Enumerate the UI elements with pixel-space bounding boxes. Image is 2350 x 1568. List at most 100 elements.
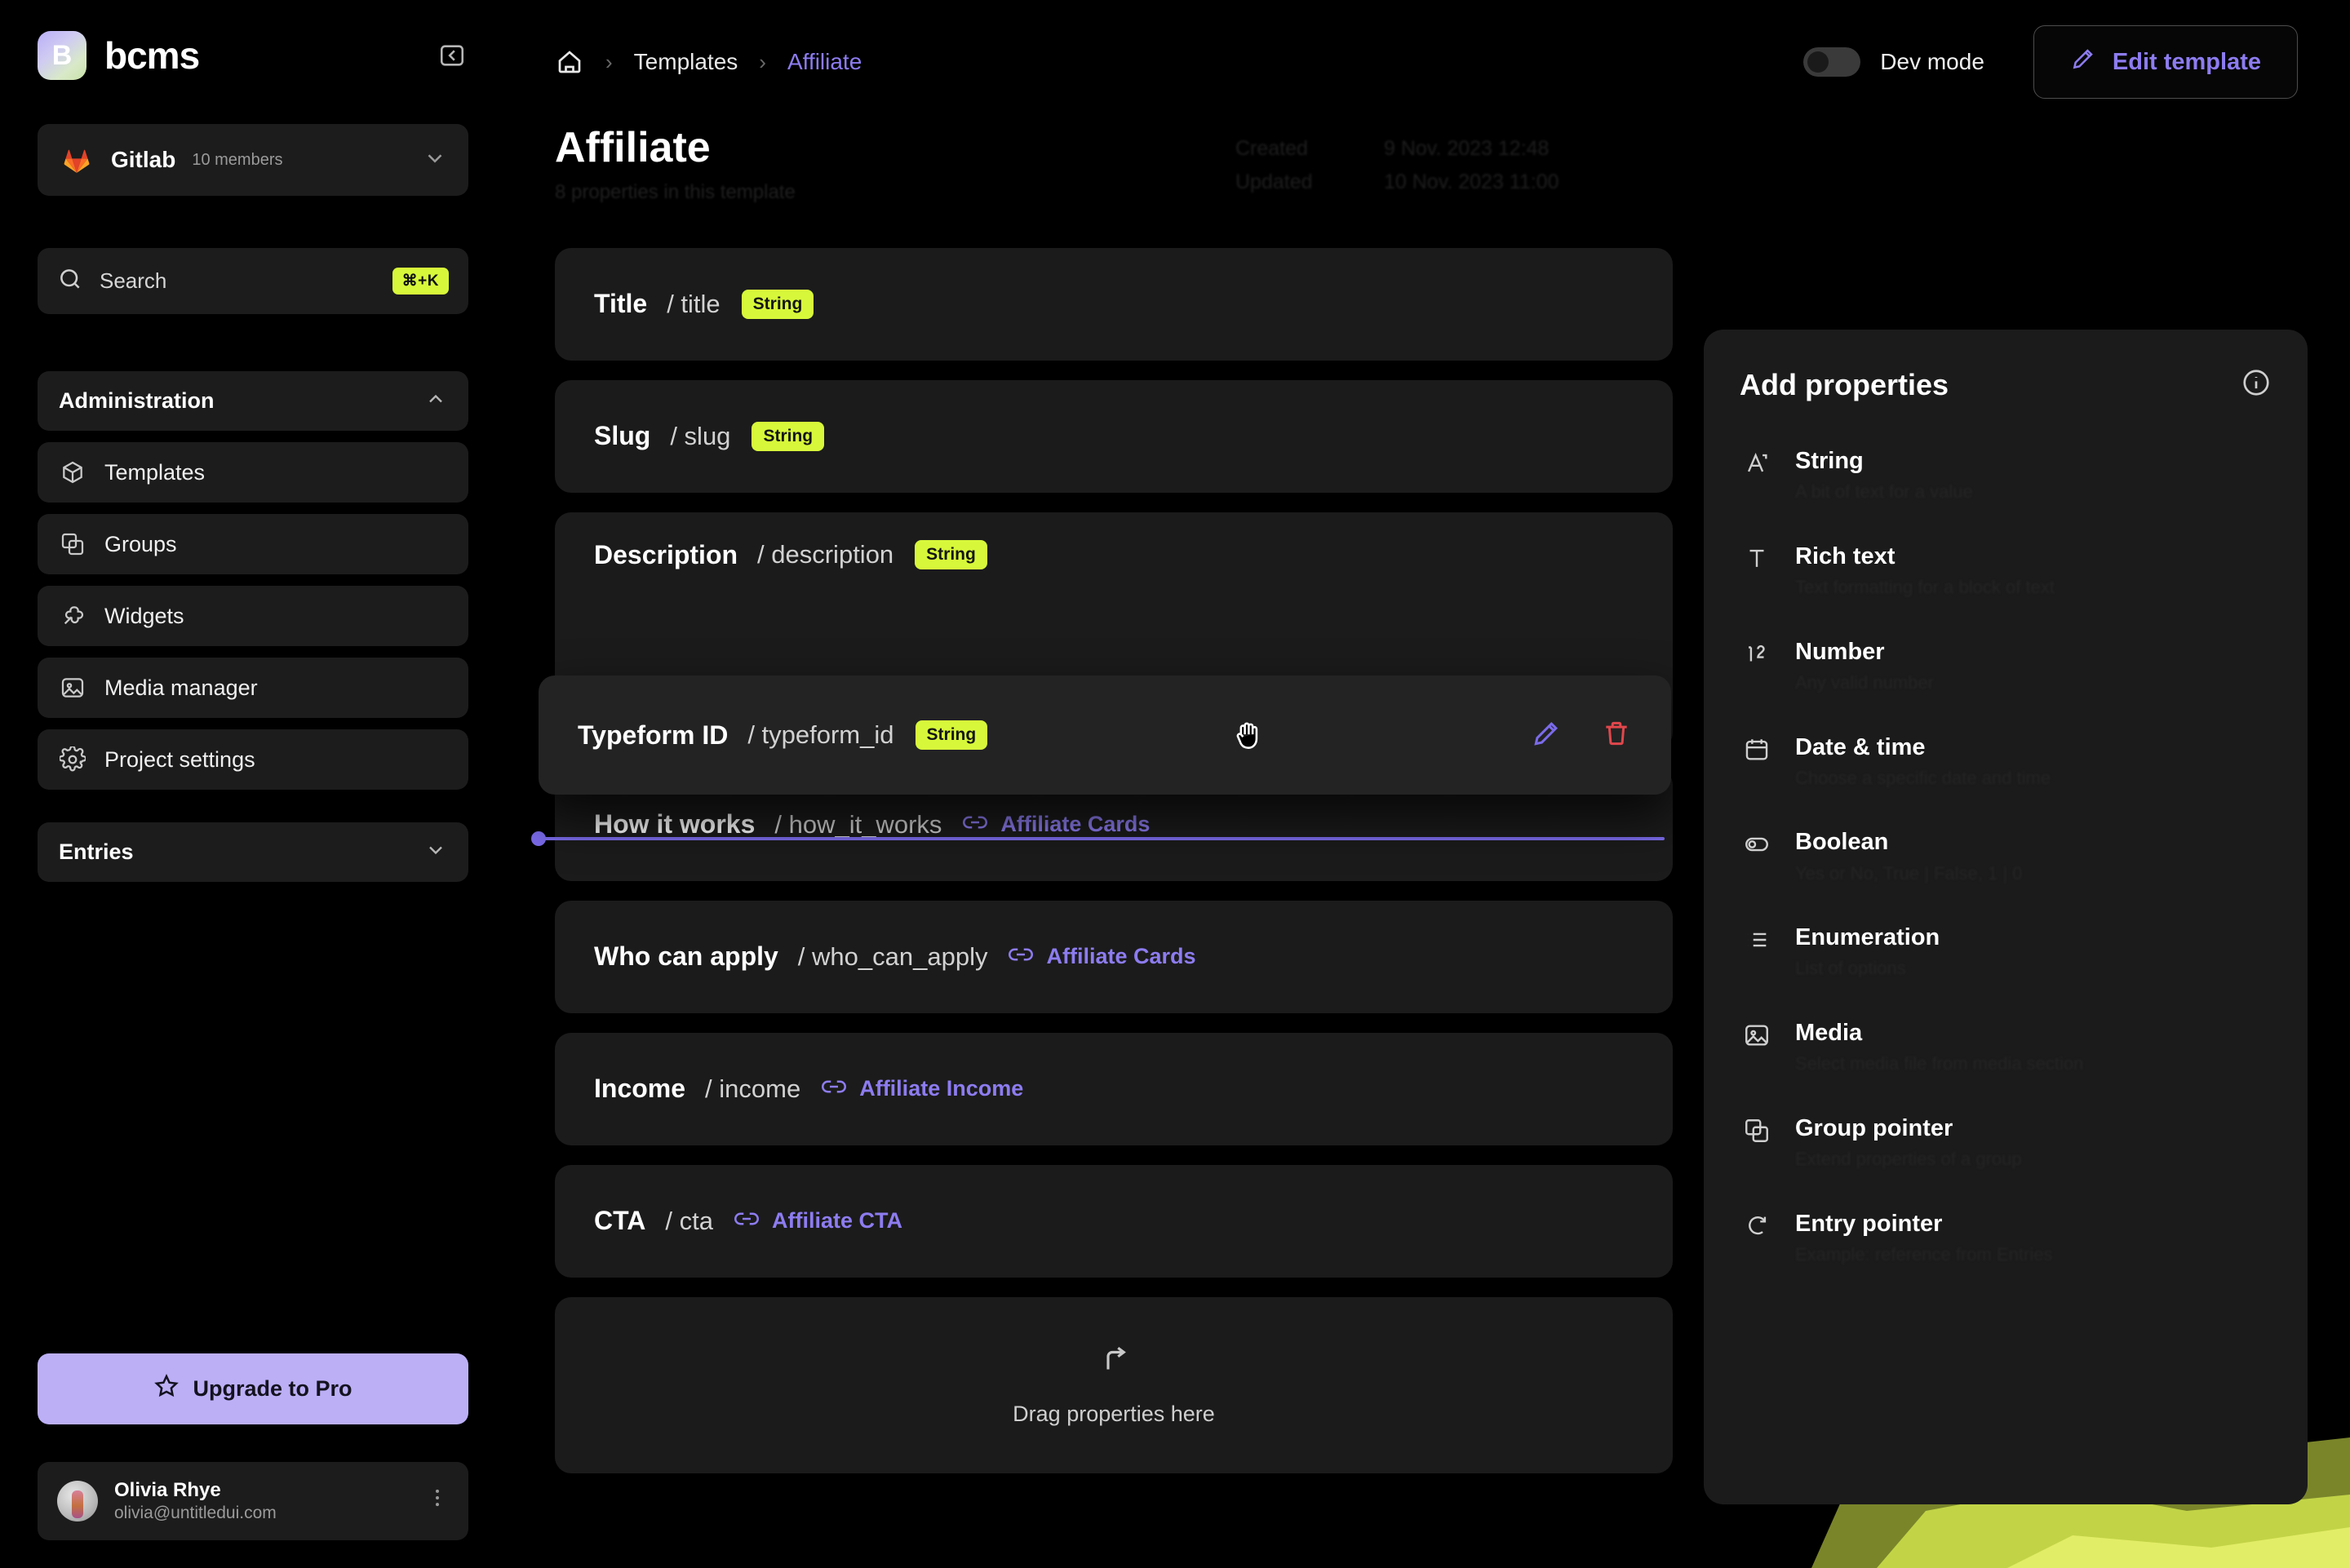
property-name: Who can apply (594, 941, 778, 972)
dragged-property-card[interactable]: Typeform ID / typeform_id String (539, 675, 1671, 795)
user-email: olivia@untitledui.com (114, 1503, 277, 1522)
section-label: Entries (59, 839, 134, 864)
boolean-icon (1740, 827, 1774, 862)
star-icon (153, 1373, 180, 1405)
add-property-rich-text[interactable]: Rich text Text formatting for a block of… (1740, 542, 2272, 600)
property-row[interactable]: Income / income Affiliate Income (555, 1032, 1673, 1145)
property-slug: / who_can_apply (797, 941, 988, 971)
page-header: Affiliate 8 properties in this template … (555, 124, 2350, 204)
add-property-date-time[interactable]: Date & time Choose a specific date and t… (1740, 733, 2272, 791)
sidebar-item-label: Groups (104, 531, 177, 556)
trash-icon[interactable] (1601, 718, 1632, 753)
group-pointer-icon (1740, 1114, 1774, 1148)
breadcrumb-item-templates[interactable]: Templates (634, 49, 738, 75)
dev-mode-control[interactable]: Dev mode (1803, 47, 1984, 77)
property-row[interactable]: CTA / cta Affiliate CTA (555, 1164, 1673, 1278)
sidebar-item-templates[interactable]: Templates (38, 442, 468, 503)
add-property-description: Any valid number (1795, 671, 1934, 693)
property-reference-label: Affiliate CTA (771, 1208, 902, 1234)
chevron-up-icon[interactable] (424, 388, 447, 414)
breadcrumb-item-affiliate[interactable]: Affiliate (787, 49, 862, 75)
avatar (57, 1480, 98, 1521)
edit-template-label: Edit template (2112, 48, 2261, 75)
add-property-description: Extend properties of a group (1795, 1149, 2022, 1170)
entry-pointer-icon (1740, 1209, 1774, 1243)
edit-template-button[interactable]: Edit template (2033, 25, 2298, 99)
property-row[interactable]: Who can apply / who_can_apply Affiliate … (555, 900, 1673, 1013)
link-icon (963, 810, 988, 839)
property-reference[interactable]: Affiliate Income (822, 1074, 1023, 1103)
add-property-string[interactable]: String A bit of text for a value (1740, 446, 2272, 504)
chevron-down-icon[interactable] (424, 839, 447, 866)
bcms-logo-icon: B (38, 31, 86, 80)
add-property-description: Select media file from media section (1795, 1053, 2084, 1074)
property-reference[interactable]: Affiliate CTA (734, 1207, 902, 1235)
sidebar-item-project-settings[interactable]: Project settings (38, 729, 468, 790)
app-root: B bcms Gitlab 10 members Search ⌘+K Admi… (0, 0, 2350, 1568)
user-card[interactable]: Olivia Rhye olivia@untitledui.com (38, 1461, 468, 1540)
pencil-icon[interactable] (1531, 718, 1562, 753)
add-property-enumeration[interactable]: Enumeration List of options (1740, 923, 2272, 981)
drop-position-indicator (531, 831, 1665, 846)
sidebar-item-label: Media manager (104, 675, 258, 700)
property-slug: / description (757, 539, 894, 569)
add-property-number[interactable]: Number Any valid number (1740, 637, 2272, 695)
property-reference-label: Affiliate Cards (1046, 944, 1196, 969)
add-property-label: Number (1795, 638, 1885, 665)
pencil-icon (2070, 46, 2096, 78)
add-property-description: Choose a specific date and time (1795, 767, 2051, 788)
search-input[interactable]: Search ⌘+K (38, 248, 468, 314)
drop-zone[interactable]: Drag properties here (555, 1296, 1673, 1473)
puzzle-icon (59, 602, 86, 630)
org-switcher[interactable]: Gitlab 10 members (38, 124, 468, 196)
add-property-label: Group pointer (1795, 1114, 1953, 1141)
section-label: Administration (59, 388, 215, 413)
panel-header: Add properties (1740, 367, 2272, 402)
search-shortcut-badge: ⌘+K (392, 268, 449, 295)
property-type-badge: String (915, 720, 988, 750)
home-icon[interactable] (555, 47, 584, 77)
add-property-label: Boolean (1795, 829, 1889, 856)
property-reference[interactable]: Affiliate Cards (963, 810, 1150, 839)
search-placeholder: Search (100, 268, 167, 293)
breadcrumb-separator: › (605, 49, 613, 74)
property-row[interactable]: Slug / slug String (555, 379, 1673, 493)
org-members-count: 10 members (192, 150, 283, 169)
brand-row: B bcms (38, 31, 468, 80)
sidebar-section-entries[interactable]: Entries (38, 822, 468, 882)
info-icon[interactable] (2241, 367, 2272, 402)
sidebar-item-groups[interactable]: Groups (38, 514, 468, 574)
add-property-boolean[interactable]: Boolean Yes or No, True | False, 1 | 0 (1740, 827, 2272, 885)
more-options-icon[interactable] (426, 1486, 449, 1516)
sidebar-item-widgets[interactable]: Widgets (38, 586, 468, 646)
add-property-media[interactable]: Media Select media file from media secti… (1740, 1018, 2272, 1076)
property-actions (1531, 718, 1632, 753)
breadcrumb-separator: › (759, 49, 766, 74)
sidebar-section-administration[interactable]: Administration (38, 371, 468, 431)
add-property-label: String (1795, 448, 1864, 474)
sidebar-item-label: Widgets (104, 603, 184, 628)
add-property-group-pointer[interactable]: Group pointer Extend properties of a gro… (1740, 1114, 2272, 1172)
logo-letter: B (51, 40, 73, 71)
grabbing-hand-icon (1230, 718, 1266, 758)
string-icon (1740, 446, 1774, 481)
property-row[interactable]: Title / title String (555, 247, 1673, 361)
dev-mode-label: Dev mode (1880, 49, 1984, 74)
add-properties-panel: Add properties String A bit of text for … (1704, 330, 2308, 1504)
property-reference[interactable]: Affiliate Cards (1009, 942, 1196, 971)
property-name: Title (594, 289, 648, 319)
page-subtitle: 8 properties in this template (555, 180, 796, 203)
meta-row-updated: Updated 10 Nov. 2023 11:00 (1235, 166, 1653, 199)
property-slug: / how_it_works (774, 809, 942, 839)
drop-zone-label: Drag properties here (1013, 1401, 1215, 1426)
dev-mode-toggle[interactable] (1803, 47, 1861, 77)
upgrade-to-pro-button[interactable]: Upgrade to Pro (38, 1353, 468, 1424)
sidebar-item-media-manager[interactable]: Media manager (38, 658, 468, 718)
add-property-entry-pointer[interactable]: Entry pointer Example: reference from En… (1740, 1209, 2272, 1267)
collapse-panel-icon[interactable] (436, 39, 468, 72)
user-name: Olivia Rhye (114, 1478, 221, 1501)
property-slug: / slug (670, 421, 731, 450)
chevron-down-icon[interactable] (423, 146, 447, 175)
link-icon (1009, 942, 1034, 971)
